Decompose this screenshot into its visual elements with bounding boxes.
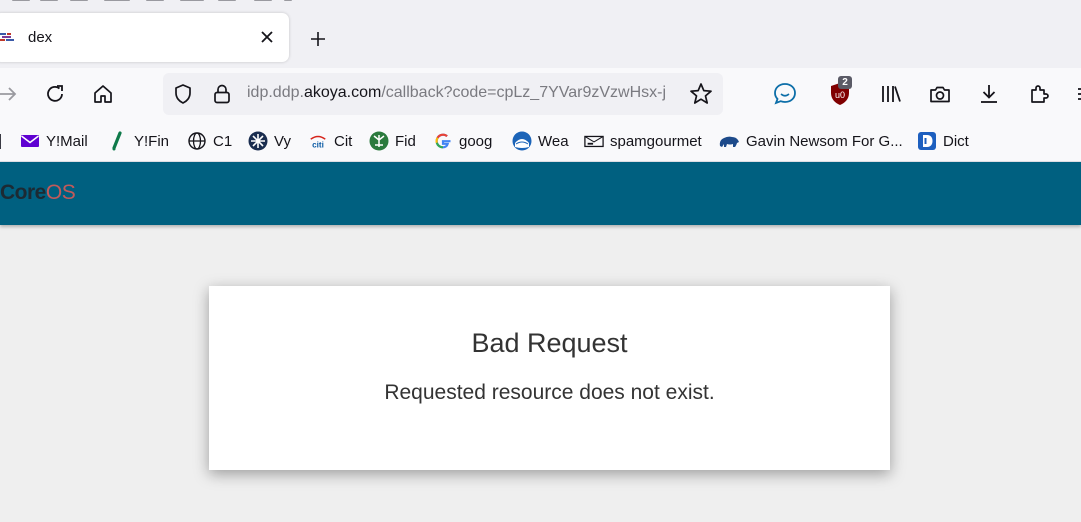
forward-button[interactable] bbox=[0, 80, 22, 108]
error-card: Bad Request Requested resource does not … bbox=[209, 286, 890, 470]
error-title: Bad Request bbox=[471, 328, 628, 358]
bookmark-spamgourmet[interactable]: spamgourmet bbox=[584, 130, 702, 152]
citi-icon: citi bbox=[308, 131, 328, 151]
bear-icon bbox=[718, 131, 740, 151]
menu-icon bbox=[1078, 88, 1081, 100]
active-tab[interactable]: dex bbox=[0, 13, 289, 62]
downloads-button[interactable] bbox=[975, 80, 1003, 108]
ymail-icon bbox=[20, 131, 40, 151]
logo-os-text: OS bbox=[45, 181, 76, 204]
bookmark-wea[interactable]: Wea bbox=[512, 130, 569, 152]
bookmark-label: goog bbox=[459, 132, 493, 150]
logo-core-text: Core bbox=[0, 181, 46, 204]
bookmark-label: C1 bbox=[213, 132, 233, 150]
bookmark-goog[interactable]: goog bbox=[433, 130, 492, 152]
bookmark-gavin-newsom[interactable]: Gavin Newsom For G... bbox=[718, 130, 903, 152]
bookmark-label: Gavin Newsom For G... bbox=[746, 132, 903, 150]
screenshot-button[interactable] bbox=[926, 80, 954, 108]
download-icon bbox=[981, 85, 997, 103]
tracking-protection-shield-icon[interactable] bbox=[171, 82, 195, 106]
coreos-logo[interactable]: CoreOS bbox=[0, 181, 76, 205]
tab-strip-top-edge bbox=[0, 0, 300, 4]
chat-extension-button[interactable] bbox=[771, 80, 799, 108]
bookmark-label: Dict bbox=[943, 132, 969, 150]
ublock-origin-button[interactable]: u0 2 bbox=[826, 76, 854, 108]
yfin-icon bbox=[108, 131, 128, 151]
ublock-blocked-count-badge: 2 bbox=[838, 76, 852, 89]
site-header: CoreOS bbox=[0, 162, 1081, 225]
browser-window: dex idp.ddp.akoya.com/callback?code=cpLz… bbox=[0, 0, 1081, 522]
svg-text:citi: citi bbox=[312, 140, 324, 149]
plus-icon bbox=[311, 32, 325, 46]
error-message: Requested resource does not exist. bbox=[384, 381, 715, 404]
close-icon bbox=[261, 31, 273, 43]
puzzle-piece-icon bbox=[1031, 85, 1049, 103]
new-tab-button[interactable] bbox=[306, 27, 330, 51]
url-text[interactable]: idp.ddp.akoya.com/callback?code=cpLz_7YV… bbox=[247, 84, 683, 102]
page-content: CoreOS Bad Request Requested resource do… bbox=[0, 162, 1081, 522]
bookmark-label: spamgourmet bbox=[610, 132, 702, 150]
bookmark-label: Wea bbox=[538, 132, 569, 150]
lock-icon[interactable] bbox=[210, 82, 234, 106]
google-icon bbox=[433, 131, 453, 151]
bookmark-label: Fid bbox=[395, 132, 416, 150]
overflow-menu-button[interactable] bbox=[1071, 80, 1081, 108]
bookmark-label: Vy bbox=[274, 132, 291, 150]
bookmark-c1[interactable]: C1 bbox=[187, 130, 232, 152]
bookmark-label: Y!Fin bbox=[134, 132, 170, 150]
tab-strip: dex bbox=[0, 0, 1081, 68]
navigation-toolbar: idp.ddp.akoya.com/callback?code=cpLz_7YV… bbox=[0, 68, 1081, 120]
library-icon bbox=[882, 86, 901, 102]
svg-text:u0: u0 bbox=[835, 90, 845, 100]
arrow-right-icon bbox=[0, 87, 17, 101]
url-path: /callback?code=cpLz_7YVar9zVzwHsx-j bbox=[381, 84, 667, 101]
bookmark-label: Y!Mail bbox=[46, 132, 88, 150]
bookmark-yfin[interactable]: Y!Fin bbox=[108, 130, 169, 152]
url-prefix: idp.ddp. bbox=[247, 84, 304, 101]
noaa-icon bbox=[512, 131, 532, 151]
extensions-button[interactable] bbox=[1025, 80, 1053, 108]
home-button[interactable] bbox=[89, 80, 117, 108]
fidelity-icon bbox=[369, 131, 389, 151]
reload-icon bbox=[47, 85, 63, 102]
bookmarks-toolbar: Y!Mail Y!Fin C1 Vy citi Cit Fid goog Wea bbox=[0, 120, 1081, 162]
bookmark-star-icon[interactable] bbox=[688, 81, 714, 107]
bookmark-cit[interactable]: citi Cit bbox=[308, 130, 352, 152]
bookmark-vy[interactable]: Vy bbox=[248, 130, 291, 152]
tab-title: dex bbox=[28, 29, 53, 46]
bookmark-fid[interactable]: Fid bbox=[369, 130, 416, 152]
url-domain: akoya.com bbox=[303, 84, 382, 101]
dex-favicon-icon bbox=[0, 33, 14, 41]
reload-button[interactable] bbox=[41, 80, 69, 108]
library-button[interactable] bbox=[877, 80, 905, 108]
bookmark-partial-edge[interactable] bbox=[0, 130, 1, 152]
vanguard-icon bbox=[248, 131, 268, 151]
chat-bubble-icon bbox=[774, 83, 796, 105]
tab-close-button[interactable] bbox=[257, 27, 277, 47]
camera-icon bbox=[930, 86, 950, 103]
bookmark-label: Cit bbox=[334, 132, 353, 150]
spamgourmet-icon bbox=[584, 131, 604, 151]
bookmark-dict[interactable]: Dict bbox=[917, 130, 969, 152]
dictionary-icon bbox=[917, 131, 937, 151]
globe-icon bbox=[187, 131, 207, 151]
bookmark-ymail[interactable]: Y!Mail bbox=[20, 130, 88, 152]
address-bar[interactable]: idp.ddp.akoya.com/callback?code=cpLz_7YV… bbox=[163, 73, 723, 115]
home-icon bbox=[94, 85, 112, 103]
